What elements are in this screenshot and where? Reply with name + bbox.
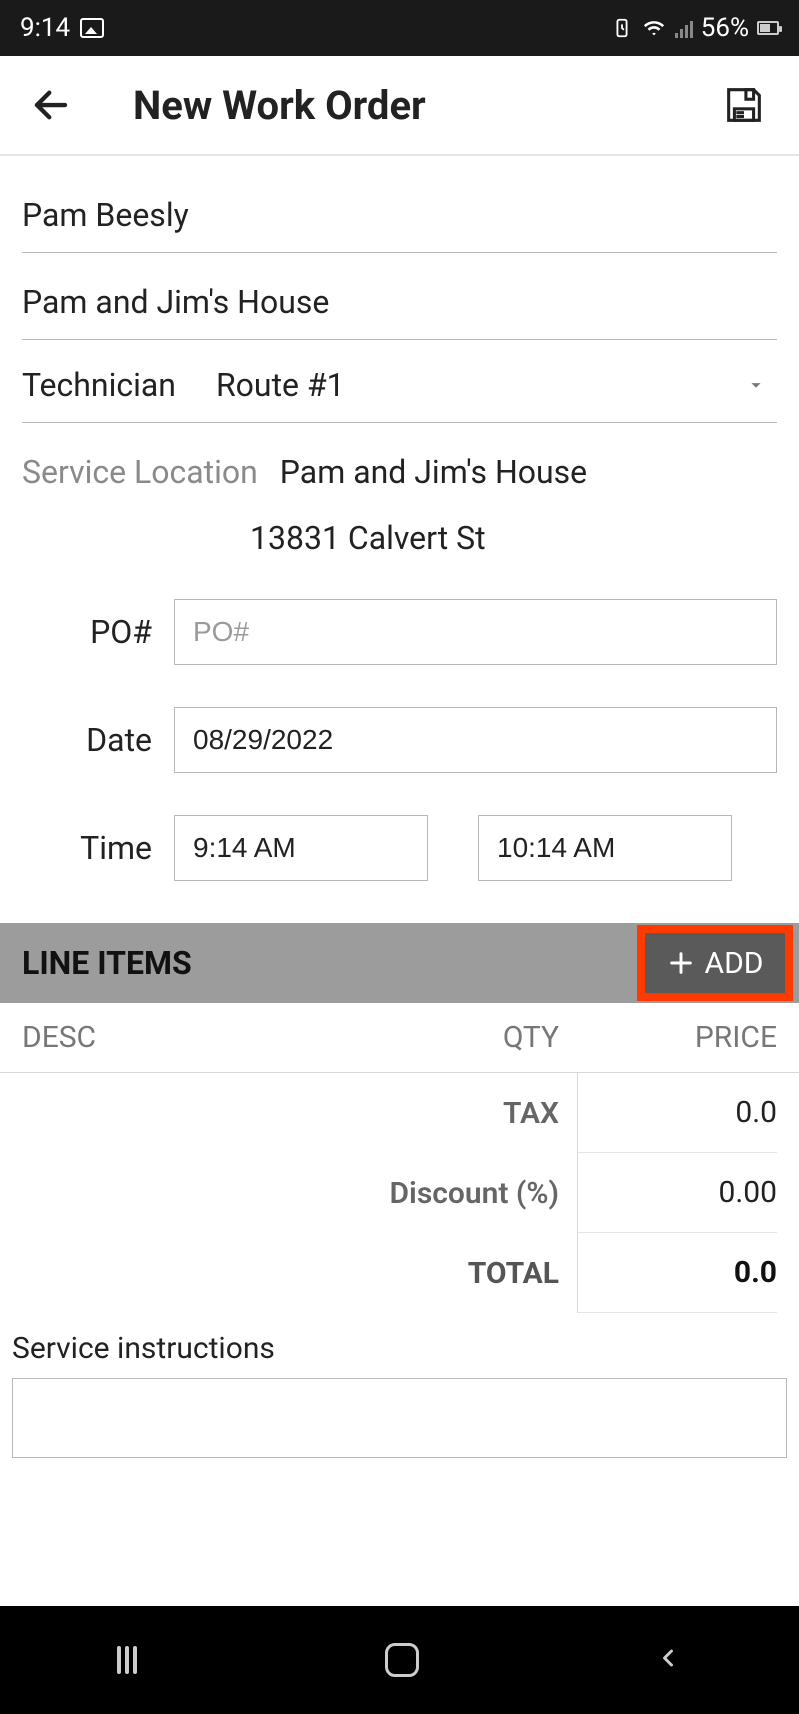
plus-icon — [667, 949, 695, 977]
technician-value: Route #1 — [216, 366, 345, 404]
service-location-row: Service Location Pam and Jim's House — [22, 423, 777, 501]
home-button[interactable] — [385, 1643, 419, 1677]
chevron-down-icon — [745, 366, 767, 404]
service-instructions-input[interactable] — [12, 1378, 787, 1458]
date-label: Date — [22, 721, 174, 759]
status-time: 9:14 — [20, 13, 70, 43]
add-line-item-button[interactable]: ADD — [667, 946, 764, 981]
line-items-columns: DESC QTY PRICE — [0, 1003, 799, 1073]
chevron-left-icon — [654, 1644, 682, 1672]
back-button[interactable] — [28, 83, 73, 128]
col-price: PRICE — [577, 1020, 777, 1055]
totals-section: TAX 0.0 Discount (%) 0.00 TOTAL 0.0 — [0, 1073, 799, 1313]
line-items-header: LINE ITEMS ADD — [0, 923, 799, 1003]
service-location-name: Pam and Jim's House — [280, 453, 587, 491]
android-nav-bar — [0, 1606, 799, 1714]
save-button[interactable] — [716, 78, 771, 133]
time-end-input[interactable] — [478, 815, 732, 881]
time-label: Time — [22, 829, 174, 867]
battery-percent: 56% — [701, 13, 749, 43]
tax-value[interactable]: 0.0 — [577, 1073, 777, 1153]
app-header: New Work Order — [0, 56, 799, 156]
col-desc: DESC — [22, 1020, 437, 1055]
battery-saver-icon — [611, 17, 633, 39]
tax-label: TAX — [22, 1096, 577, 1131]
service-instructions-label: Service instructions — [12, 1331, 787, 1366]
arrow-left-icon — [30, 84, 72, 126]
col-qty: QTY — [437, 1020, 577, 1055]
status-bar: 9:14 56% — [0, 0, 799, 56]
total-value: 0.0 — [577, 1233, 777, 1313]
add-label: ADD — [705, 946, 764, 981]
service-location-address: 13831 Calvert St — [250, 501, 777, 581]
page-title: New Work Order — [133, 82, 426, 129]
floppy-disk-icon — [721, 82, 767, 128]
po-label: PO# — [22, 613, 174, 651]
discount-value[interactable]: 0.00 — [577, 1153, 777, 1233]
wifi-icon — [641, 17, 667, 39]
site-name-field[interactable]: Pam and Jim's House — [22, 253, 777, 340]
signal-icon — [675, 18, 693, 38]
service-location-label: Service Location — [22, 453, 258, 491]
time-start-input[interactable] — [174, 815, 428, 881]
customer-name-field[interactable]: Pam Beesly — [22, 166, 777, 253]
recent-apps-button[interactable] — [117, 1646, 151, 1674]
line-items-title: LINE ITEMS — [22, 944, 192, 982]
technician-dropdown[interactable]: Technician Route #1 — [22, 340, 777, 423]
battery-icon — [757, 21, 779, 35]
total-label: TOTAL — [22, 1256, 577, 1291]
back-nav-button[interactable] — [654, 1644, 682, 1676]
add-line-item-highlight: ADD — [637, 925, 793, 1001]
technician-label: Technician — [22, 366, 176, 404]
picture-icon — [80, 18, 104, 38]
discount-label: Discount (%) — [22, 1176, 577, 1211]
date-input[interactable] — [174, 707, 777, 773]
po-input[interactable] — [174, 599, 777, 665]
